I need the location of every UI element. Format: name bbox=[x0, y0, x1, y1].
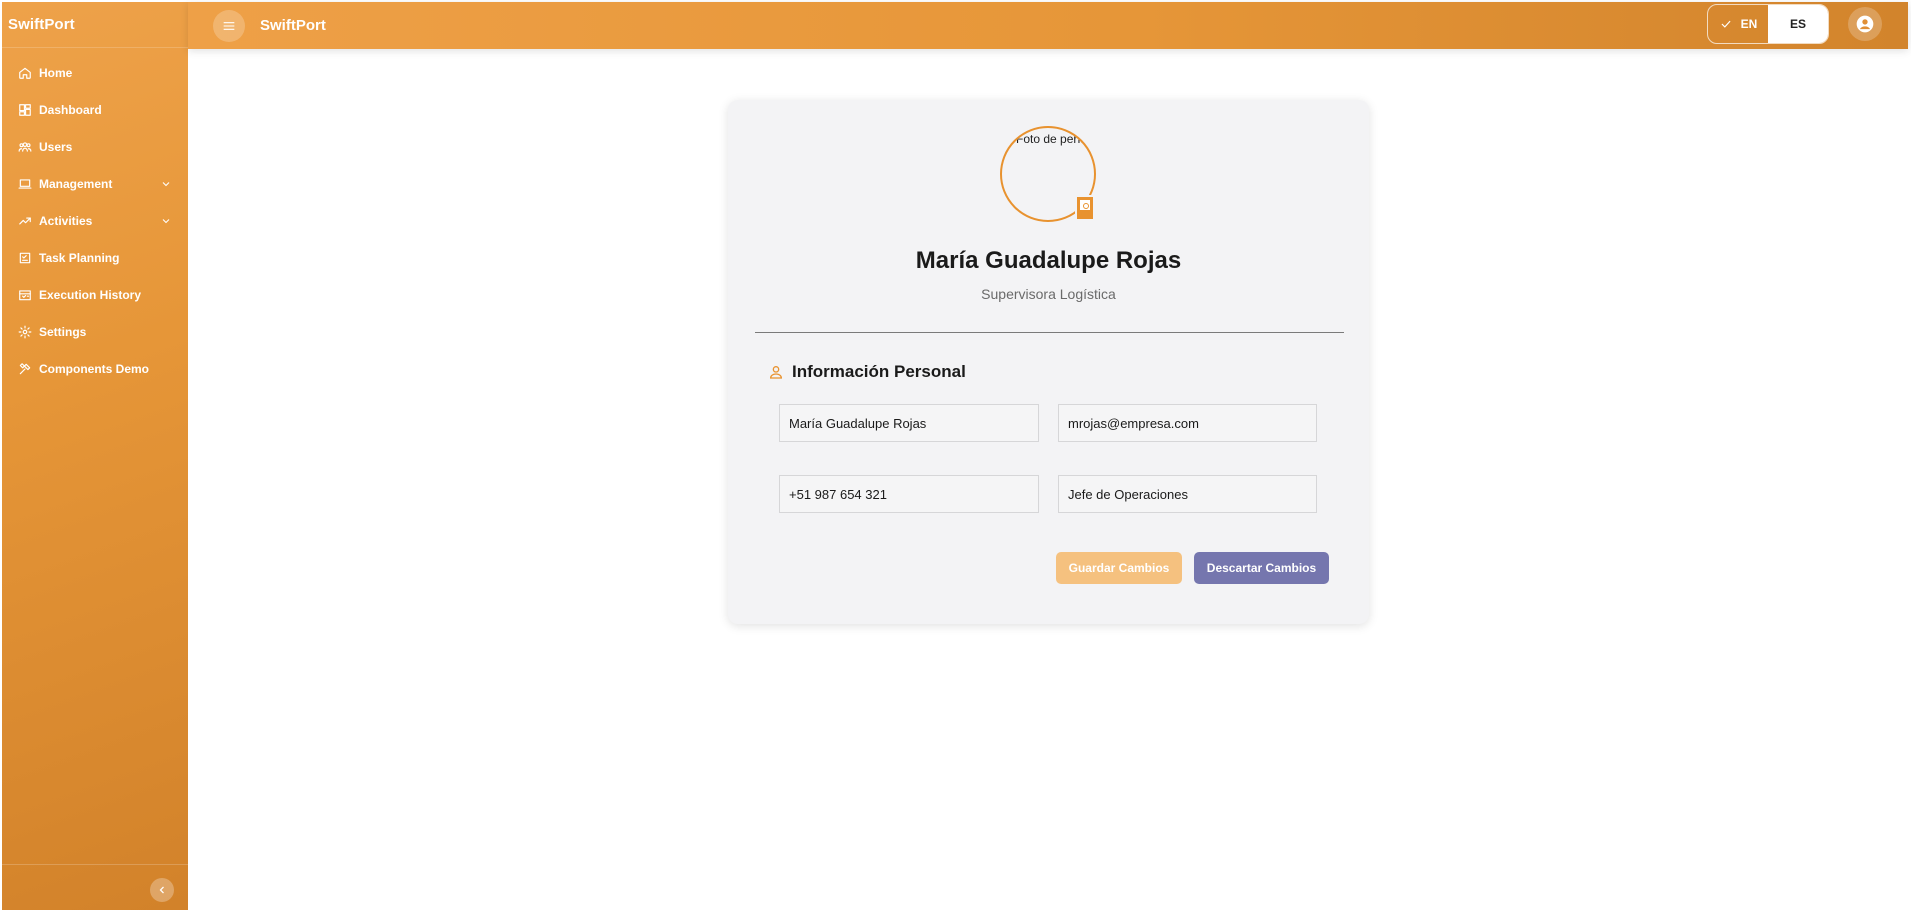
sidebar-collapse-button[interactable] bbox=[150, 878, 174, 902]
chevron-down-icon[interactable] bbox=[160, 178, 172, 190]
tools-icon bbox=[18, 362, 32, 376]
trending-icon bbox=[18, 214, 32, 228]
account-button[interactable] bbox=[1848, 7, 1882, 41]
language-option-en[interactable]: EN bbox=[1708, 5, 1768, 43]
profile-photo[interactable]: Foto de perfil bbox=[1000, 126, 1096, 222]
check-icon bbox=[1721, 20, 1731, 28]
position-field[interactable]: Jefe de Operaciones bbox=[1058, 475, 1317, 513]
language-label: ES bbox=[1789, 17, 1806, 31]
sidebar-item-components-demo[interactable]: Components Demo bbox=[2, 350, 188, 387]
account-circle-icon bbox=[1856, 15, 1874, 33]
menu-toggle-button[interactable] bbox=[213, 9, 245, 42]
task-icon bbox=[18, 251, 32, 265]
sidebar-item-label: Execution History bbox=[39, 287, 142, 302]
gear-icon bbox=[18, 325, 32, 339]
email-field[interactable]: mrojas@empresa.com bbox=[1058, 404, 1317, 442]
sidebar-nav: Home Dashboard Users Management Activiti… bbox=[2, 48, 188, 387]
dashboard-icon bbox=[18, 103, 32, 117]
sidebar-item-settings[interactable]: Settings bbox=[2, 313, 188, 350]
laptop-icon bbox=[18, 177, 32, 191]
sidebar-item-label: Activities bbox=[39, 213, 93, 228]
full-name-field[interactable]: María Guadalupe Rojas bbox=[779, 404, 1039, 442]
sidebar-item-management[interactable]: Management bbox=[2, 165, 188, 202]
chevron-down-icon[interactable] bbox=[160, 215, 172, 227]
language-option-es[interactable]: ES bbox=[1768, 5, 1828, 43]
sidebar-item-task-planning[interactable]: Task Planning bbox=[2, 239, 188, 276]
menu-icon bbox=[223, 21, 235, 30]
app-root: SwiftPort Home Dashboard Users Managemen… bbox=[0, 0, 1911, 912]
sidebar-item-label: Task Planning bbox=[39, 250, 120, 265]
sidebar-item-label: Dashboard bbox=[39, 102, 102, 117]
users-icon bbox=[18, 140, 32, 154]
chevron-left-icon bbox=[159, 886, 164, 894]
person-icon bbox=[769, 366, 783, 379]
history-icon bbox=[18, 288, 32, 302]
sidebar: SwiftPort Home Dashboard Users Managemen… bbox=[2, 2, 188, 910]
sidebar-item-label: Management bbox=[39, 176, 113, 191]
sidebar-item-label: Settings bbox=[39, 324, 87, 339]
sidebar-item-home[interactable]: Home bbox=[2, 54, 188, 91]
sidebar-footer bbox=[2, 864, 188, 910]
section-title-text: Información Personal bbox=[792, 362, 966, 381]
topbar: SwiftPort EN ES bbox=[188, 2, 1908, 49]
discard-changes-button[interactable]: Descartar Cambios bbox=[1194, 552, 1329, 584]
camera-icon bbox=[1079, 199, 1091, 211]
profile-photo-alt-text: Foto de perfil bbox=[1016, 132, 1087, 146]
section-title: Información Personal bbox=[768, 362, 966, 382]
phone-field[interactable]: +51 987 654 321 bbox=[779, 475, 1039, 513]
change-photo-button[interactable] bbox=[1075, 195, 1095, 221]
profile-role: Supervisora Logística bbox=[981, 286, 1116, 302]
sidebar-item-users[interactable]: Users bbox=[2, 128, 188, 165]
sidebar-item-execution-history[interactable]: Execution History bbox=[2, 276, 188, 313]
sidebar-item-dashboard[interactable]: Dashboard bbox=[2, 91, 188, 128]
profile-name: María Guadalupe Rojas bbox=[915, 247, 1182, 274]
sidebar-brand[interactable]: SwiftPort bbox=[2, 2, 188, 48]
profile-card: Foto de perfil María Guadalupe Rojas Sup… bbox=[728, 100, 1369, 624]
save-changes-button[interactable]: Guardar Cambios bbox=[1056, 552, 1182, 584]
sidebar-item-activities[interactable]: Activities bbox=[2, 202, 188, 239]
home-icon bbox=[18, 66, 32, 80]
sidebar-item-label: Users bbox=[39, 139, 73, 154]
language-label: EN bbox=[1740, 17, 1758, 31]
language-toggle: EN ES bbox=[1707, 4, 1829, 44]
app-title: SwiftPort bbox=[260, 17, 326, 34]
sidebar-item-label: Components Demo bbox=[39, 361, 150, 376]
divider bbox=[755, 332, 1344, 333]
sidebar-item-label: Home bbox=[39, 65, 73, 80]
